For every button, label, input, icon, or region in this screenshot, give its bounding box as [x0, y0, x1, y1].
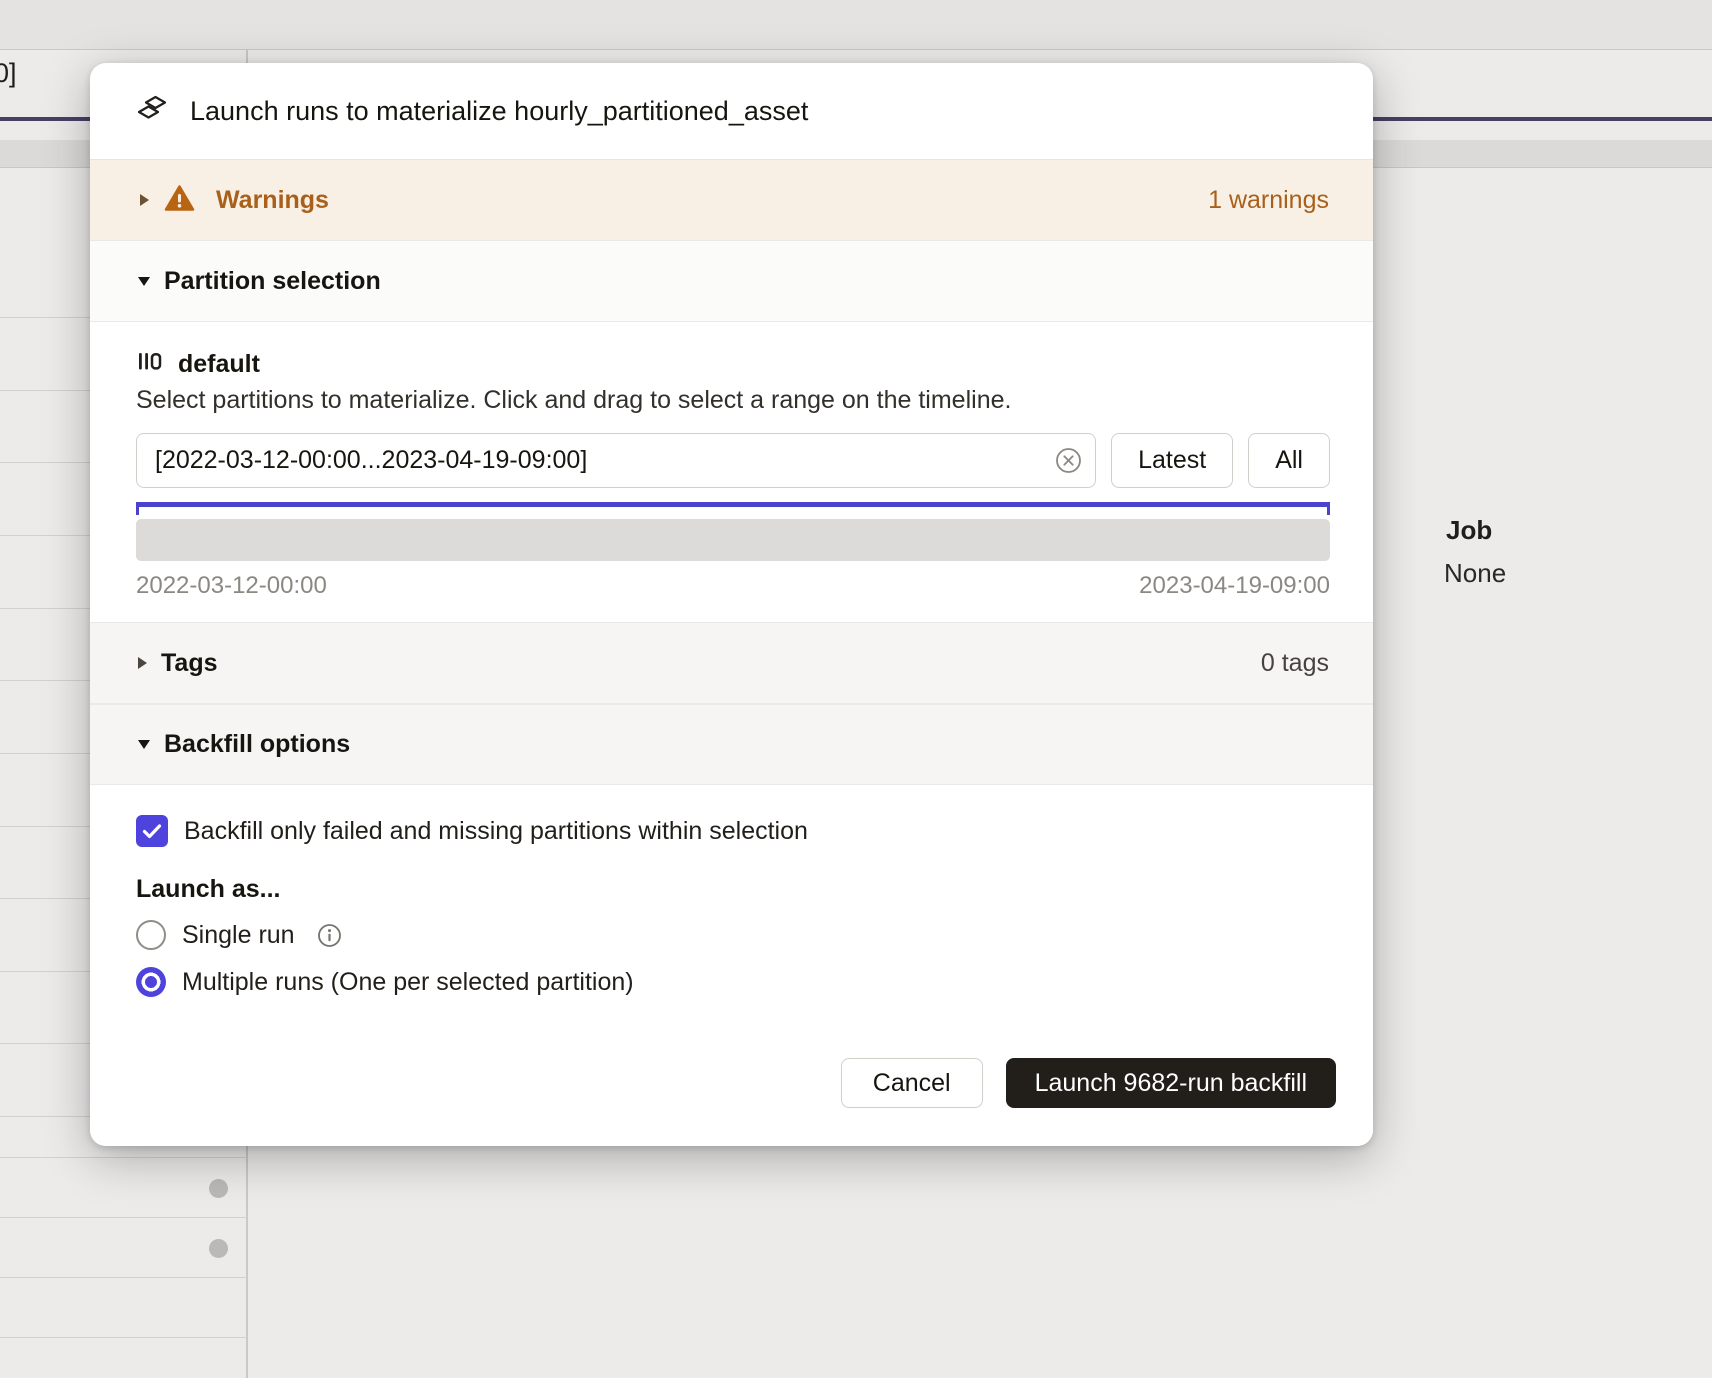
tags-section-label: Tags: [161, 649, 218, 678]
table-row-divider: [0, 1337, 247, 1338]
warning-triangle-icon: [164, 184, 195, 217]
chevron-down-icon: [138, 740, 150, 749]
partition-section-label: Partition selection: [164, 267, 381, 296]
backfill-left-group: Backfill options: [138, 730, 350, 759]
launch-backfill-dialog: Launch runs to materialize hourly_partit…: [90, 63, 1373, 1146]
partition-instructions: Select partitions to materialize. Click …: [136, 386, 1330, 415]
status-dot: [209, 1179, 228, 1198]
radio-unchecked-icon[interactable]: [136, 920, 166, 950]
dimension-row: default: [136, 348, 1330, 380]
tags-count-badge: 0 tags: [1261, 649, 1329, 678]
partition-dimension-icon: [136, 348, 163, 380]
latest-button[interactable]: Latest: [1111, 433, 1233, 488]
partition-input-row: Latest All: [136, 433, 1330, 488]
chevron-right-icon: [138, 657, 147, 669]
warnings-section-header[interactable]: Warnings 1 warnings: [90, 160, 1373, 240]
materialize-icon: [136, 93, 168, 130]
backfill-options-section-header[interactable]: Backfill options: [90, 704, 1373, 785]
warnings-section-label: Warnings: [216, 186, 329, 215]
multiple-runs-label: Multiple runs (One per selected partitio…: [182, 968, 634, 997]
chevron-down-icon: [138, 277, 150, 286]
status-dot: [209, 1239, 228, 1258]
single-run-radio-row[interactable]: Single run: [136, 919, 1327, 951]
clipped-background-text: 0]: [0, 58, 17, 89]
timeline-start-label: 2022-03-12-00:00: [136, 572, 327, 600]
checkbox-checked-icon[interactable]: [136, 815, 168, 847]
tags-left-group: Tags: [138, 649, 218, 678]
table-row-divider: [0, 1157, 247, 1158]
dialog-header: Launch runs to materialize hourly_partit…: [90, 63, 1373, 160]
job-cell-value: None: [1444, 558, 1506, 589]
timeline-selection-indicator: [136, 502, 1330, 507]
clear-selection-icon[interactable]: [1055, 447, 1082, 474]
dialog-footer: Cancel Launch 9682-run backfill: [90, 1032, 1373, 1146]
timeline-labels: 2022-03-12-00:00 2023-04-19-09:00: [136, 572, 1330, 600]
tags-section-header[interactable]: Tags 0 tags: [90, 622, 1373, 704]
timeline-end-label: 2023-04-19-09:00: [1139, 572, 1330, 600]
dialog-title: Launch runs to materialize hourly_partit…: [190, 96, 808, 127]
radio-checked-icon[interactable]: [136, 967, 166, 997]
partition-range-input-wrap: [136, 433, 1096, 488]
backfill-checkbox-label: Backfill only failed and missing partiti…: [184, 817, 808, 846]
table-row-divider: [0, 1277, 247, 1278]
partition-range-input[interactable]: [136, 433, 1096, 488]
launch-as-label: Launch as...: [136, 875, 1327, 904]
job-column-header: Job: [1446, 515, 1492, 546]
cancel-button[interactable]: Cancel: [841, 1058, 983, 1108]
all-button[interactable]: All: [1248, 433, 1330, 488]
single-run-label: Single run: [182, 921, 295, 950]
multiple-runs-radio-row[interactable]: Multiple runs (One per selected partitio…: [136, 966, 1327, 998]
partition-selection-section-header[interactable]: Partition selection: [90, 240, 1373, 322]
chevron-right-icon: [140, 194, 149, 206]
backfill-section-label: Backfill options: [164, 730, 350, 759]
backfill-options-content: Backfill only failed and missing partiti…: [90, 785, 1373, 1032]
partition-selection-content: default Select partitions to materialize…: [90, 322, 1373, 622]
backfill-failed-missing-checkbox-row[interactable]: Backfill only failed and missing partiti…: [136, 815, 1327, 847]
page-top-band: [0, 0, 1712, 50]
warnings-count-badge: 1 warnings: [1208, 186, 1329, 215]
launch-backfill-button[interactable]: Launch 9682-run backfill: [1006, 1058, 1336, 1108]
info-icon[interactable]: [317, 923, 342, 948]
partition-section-left-group: Partition selection: [138, 267, 381, 296]
partition-timeline[interactable]: [136, 519, 1330, 561]
dimension-name: default: [178, 350, 260, 379]
table-row-divider: [0, 1217, 247, 1218]
warnings-left-group: Warnings: [140, 184, 329, 217]
